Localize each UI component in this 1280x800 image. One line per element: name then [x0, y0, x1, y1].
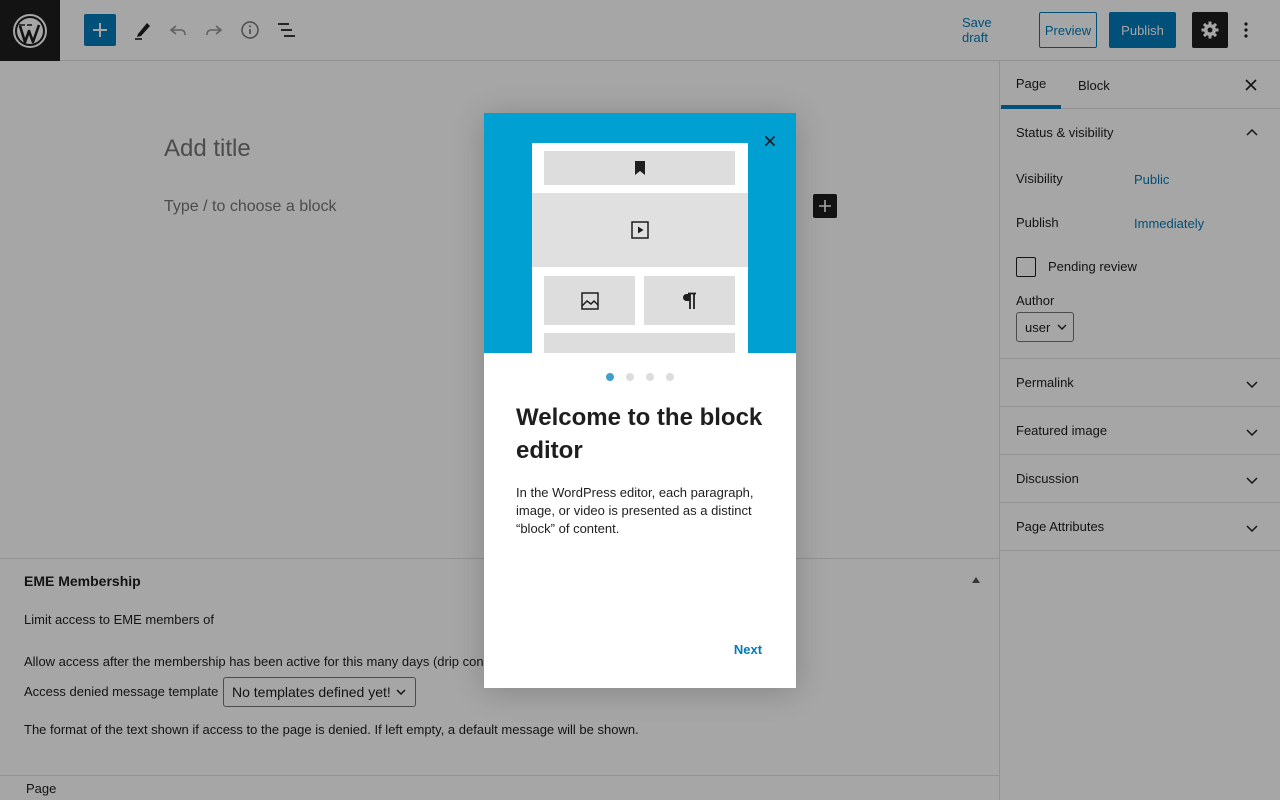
illustration-card	[532, 143, 748, 353]
welcome-guide-text: In the WordPress editor, each paragraph,…	[516, 485, 754, 536]
welcome-guide-modal: Welcome to the block editor In the WordP…	[484, 113, 796, 688]
next-button[interactable]: Next	[725, 637, 771, 661]
page-indicator	[484, 373, 796, 383]
close-icon	[764, 135, 776, 147]
page-dot-1[interactable]	[606, 373, 614, 381]
welcome-guide-illustration	[484, 113, 796, 353]
illustration-block	[544, 151, 735, 185]
welcome-guide-heading: Welcome to the block editor	[516, 404, 763, 464]
page-dot-4[interactable]	[666, 373, 674, 381]
illustration-block	[544, 333, 735, 353]
video-icon	[631, 221, 649, 239]
illustration-block	[532, 193, 748, 267]
page-dot-3[interactable]	[646, 373, 654, 381]
page-dot-2[interactable]	[626, 373, 634, 381]
illustration-block	[644, 276, 735, 325]
bookmark-icon	[634, 161, 645, 175]
image-icon	[580, 291, 599, 310]
close-modal-button[interactable]	[760, 131, 780, 151]
paragraph-icon	[682, 292, 696, 309]
illustration-block	[544, 276, 635, 325]
